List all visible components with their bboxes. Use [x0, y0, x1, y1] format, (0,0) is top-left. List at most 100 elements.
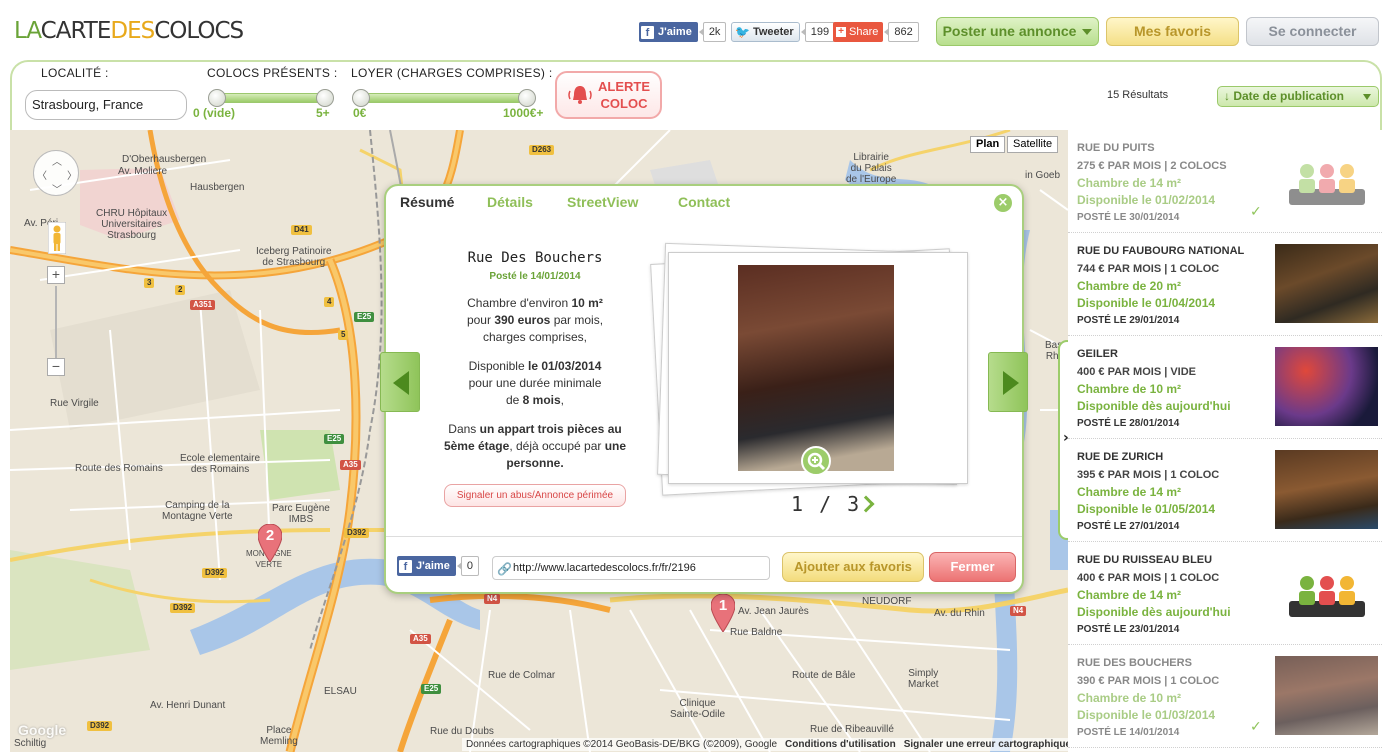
next-listing-button[interactable]: [988, 352, 1028, 412]
map-report-link[interactable]: Signaler une erreur cartographique: [904, 739, 1068, 750]
duration-suffix: ,: [560, 393, 565, 407]
road-a351-label: A351: [190, 300, 216, 310]
zoom-photo-icon[interactable]: [801, 446, 831, 476]
tab-streetview[interactable]: StreetView: [567, 194, 638, 210]
tab-summary[interactable]: Résumé: [400, 194, 454, 210]
listing-availability: Disponible le 01/03/2014 pour une durée …: [430, 358, 640, 409]
list-item[interactable]: RUE DU PUITS 275 € PAR MOIS | 2 COLOCS C…: [1068, 130, 1382, 233]
availability-date: le 01/03/2014: [527, 359, 602, 373]
colocs-label: COLOCS PRÉSENTS :: [207, 66, 338, 80]
rent-min-handle[interactable]: [352, 89, 370, 107]
road-n4-label: N4: [1010, 606, 1027, 616]
share-widget: + Share 862: [833, 22, 919, 42]
facebook-like-label: J'aime: [658, 26, 692, 38]
map-label: Rue de Ribeauvillé: [810, 724, 894, 735]
tweet-button[interactable]: 🐦 Tweeter: [731, 22, 800, 42]
road-d392-label: D392: [170, 603, 196, 613]
listing-availability: Disponible le 01/03/2014: [1077, 708, 1216, 722]
flat-floor: 5ème étage: [443, 439, 510, 453]
facebook-like-widget: f J'aime 2k: [639, 22, 727, 42]
colocs-max-value: 5+: [316, 106, 330, 120]
colocs-max-handle[interactable]: [316, 89, 334, 107]
map-label: Hausbergen: [190, 182, 245, 193]
charges-text: charges comprises,: [482, 330, 588, 344]
map-label: Route des Romains: [75, 463, 163, 474]
road-n4-label: N4: [484, 594, 501, 604]
close-icon[interactable]: ×: [994, 194, 1012, 212]
road-e25-label: E25: [354, 312, 375, 322]
map-label: ELSAU: [324, 686, 357, 697]
listing-posted-date: Posté le 14/01/2014: [489, 271, 581, 282]
map-terms-link[interactable]: Conditions d'utilisation: [785, 739, 896, 750]
listing-photo[interactable]: [738, 265, 894, 471]
listing-street: RUE DU FAUBOURG NATIONAL: [1077, 245, 1245, 257]
colocs-slider[interactable]: [208, 89, 334, 107]
colocs-min-handle[interactable]: [208, 89, 226, 107]
list-item[interactable]: RUE DES BOUCHERS 390 € PAR MOIS | 1 COLO…: [1068, 645, 1382, 748]
zoom-slider-track[interactable]: [55, 286, 57, 360]
magnifier-icon: [807, 452, 826, 471]
arrow-right-icon: [1003, 371, 1019, 395]
tab-contact[interactable]: Contact: [678, 194, 730, 210]
coloc-alert-button[interactable]: ALERTE COLOC: [555, 71, 662, 119]
facebook-like-button[interactable]: f J'aime: [639, 22, 698, 42]
report-abuse-button[interactable]: Signaler un abus/Annonce périmée: [443, 484, 627, 507]
chevron-down-icon[interactable]: ﹀: [52, 181, 62, 196]
listing-marker-1[interactable]: 1: [710, 593, 736, 633]
listing-street: RUE DU PUITS: [1077, 142, 1155, 154]
results-count: 15 Résultats: [1107, 89, 1169, 101]
listing-room: Chambre de 10 m²: [1077, 691, 1182, 705]
listing-popup: Résumé Détails StreetView Contact × Rue …: [380, 184, 1028, 594]
zoom-in-button[interactable]: +: [47, 266, 65, 284]
map-label: CHRU Hôpitaux Universitaires Strasbourg: [96, 208, 168, 241]
popup-like-button[interactable]: f J'aime: [397, 556, 456, 576]
previous-listing-button[interactable]: [380, 352, 420, 412]
listing-posted: POSTÉ LE 28/01/2014: [1077, 418, 1180, 429]
map-type-satellite[interactable]: Satellite: [1007, 136, 1059, 153]
rent-prefix: pour: [466, 313, 495, 327]
rent-slider[interactable]: [352, 89, 536, 107]
chevron-left-icon[interactable]: 〈: [37, 167, 47, 182]
chevron-up-icon[interactable]: ︿: [52, 153, 62, 168]
login-button[interactable]: Se connecter: [1246, 17, 1379, 46]
listing-price: 744 € PAR MOIS | 1 COLOC: [1077, 263, 1220, 275]
site-logo[interactable]: LACARTEDESCOLOCS: [14, 18, 244, 44]
list-item[interactable]: RUE DE ZURICH 395 € PAR MOIS | 1 COLOC C…: [1068, 439, 1382, 542]
twitter-widget: 🐦 Tweeter 199: [731, 22, 836, 42]
availability-prefix: Disponible: [468, 359, 528, 373]
occupancy-count: une: [604, 439, 627, 453]
list-item[interactable]: GEILER 400 € PAR MOIS | VIDE Chambre de …: [1068, 336, 1382, 439]
facebook-icon: f: [399, 559, 412, 573]
listing-marker-2[interactable]: 2: [257, 523, 283, 563]
list-item[interactable]: RUE DU RUISSEAU BLEU 400 € PAR MOIS | 1 …: [1068, 542, 1382, 645]
chevron-right-icon[interactable]: 〉: [67, 167, 77, 182]
map-type-plan[interactable]: Plan: [970, 136, 1006, 153]
close-popup-button[interactable]: Fermer: [929, 552, 1016, 582]
listing-flat-info: Dans un appart trois pièces au 5ème étag…: [430, 421, 640, 472]
listing-room: Chambre de 14 m²: [1077, 176, 1182, 190]
location-input[interactable]: Strasbourg, France: [25, 90, 187, 120]
popup-like-label: J'aime: [416, 560, 450, 572]
listing-availability: Disponible le 01/05/2014: [1077, 502, 1216, 516]
share-button[interactable]: + Share: [833, 22, 884, 42]
duration-prefix: de: [505, 393, 523, 407]
occupancy-unit: personne.: [506, 456, 564, 470]
post-ad-button[interactable]: Poster une annonce: [936, 17, 1099, 46]
tweet-count: 199: [800, 22, 836, 42]
rent-max-handle[interactable]: [518, 89, 536, 107]
list-item[interactable]: RUE DU FAUBOURG NATIONAL 744 € PAR MOIS …: [1068, 233, 1382, 336]
facebook-like-count: 2k: [698, 22, 727, 42]
google-logo: Google: [18, 722, 67, 738]
listing-url-field[interactable]: 🔗 http://www.lacartedescolocs.fr/fr/2196: [492, 556, 770, 580]
add-to-favorites-button[interactable]: Ajouter aux favoris: [782, 552, 924, 582]
map-label: Av. Henri Dunant: [150, 700, 226, 711]
sort-dropdown[interactable]: ↓ Date de publication: [1217, 86, 1379, 107]
pan-control[interactable]: ︿ ﹀ 〈 〉: [33, 150, 79, 196]
pegman-icon[interactable]: [48, 222, 66, 254]
tab-details[interactable]: Détails: [487, 194, 533, 210]
flat-type: un appart trois pièces au: [479, 422, 622, 436]
favorites-button[interactable]: Mes favoris: [1106, 17, 1239, 46]
zoom-out-button[interactable]: −: [47, 358, 65, 376]
map-label: Av. Jean Jaurès: [738, 606, 809, 617]
chevron-down-icon: [1363, 94, 1371, 100]
